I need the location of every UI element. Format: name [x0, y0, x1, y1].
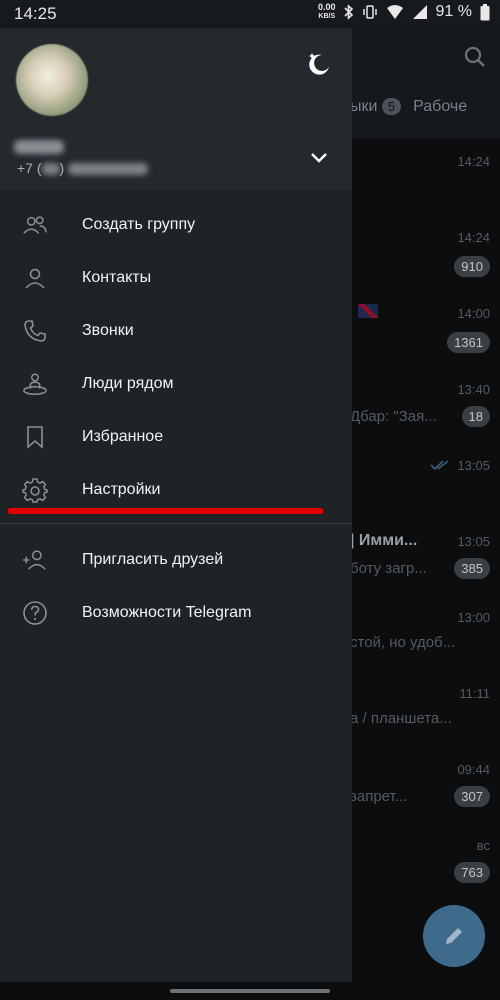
menu-item-telegram-features[interactable]: Возможности Telegram	[0, 587, 352, 639]
menu-item-label: Контакты	[82, 269, 152, 286]
tab-badge: 5	[381, 98, 402, 115]
folder-tabs: ыки 5 Рабоче	[350, 98, 467, 116]
signal-icon	[412, 5, 427, 19]
battery-icon	[480, 3, 490, 20]
menu-divider	[0, 523, 352, 524]
user-phone: +7 ()	[17, 160, 149, 176]
chat-time: 13:05	[457, 458, 490, 473]
question-icon	[22, 600, 48, 626]
add-user-icon	[22, 547, 48, 573]
wifi-icon	[386, 5, 403, 19]
chat-preview: запрет...	[350, 788, 408, 805]
chat-preview: боту загр...	[350, 560, 427, 577]
search-icon[interactable]	[464, 46, 486, 68]
system-nav-bar	[0, 982, 500, 1000]
chat-time: 11:11	[459, 686, 490, 701]
tab-folder-1[interactable]: ыки 5	[350, 98, 402, 116]
menu-item-label: Возможности Telegram	[82, 604, 252, 621]
status-icons: 0.00 KB/S 91 %	[318, 3, 490, 21]
status-bar: 14:25 0.00 KB/S 91 %	[0, 0, 500, 28]
read-checks-icon	[430, 460, 449, 471]
menu-item-label: Люди рядом	[82, 375, 174, 392]
home-gesture-handle[interactable]	[170, 989, 330, 993]
menu-item-label: Настройки	[82, 481, 161, 498]
chevron-down-icon[interactable]	[308, 146, 330, 168]
chat-time: 14:00	[457, 306, 490, 321]
tab-folder-2[interactable]: Рабоче	[413, 98, 467, 116]
night-mode-icon[interactable]	[304, 50, 332, 78]
uk-flag-icon	[358, 304, 378, 318]
unread-count: 1361	[447, 332, 490, 353]
bluetooth-icon	[343, 4, 353, 20]
menu-item-label: Избранное	[82, 428, 164, 445]
unread-count: 385	[454, 558, 490, 579]
chat-time: 13:05	[457, 534, 490, 549]
menu-item-invite-friends[interactable]: Пригласить друзей	[0, 534, 352, 586]
highlight-underline	[8, 508, 323, 514]
chat-preview: а / планшета...	[350, 710, 452, 727]
menu-item-contacts[interactable]: Контакты	[0, 252, 352, 304]
chat-time: вс	[476, 838, 490, 853]
unread-count: 910	[454, 256, 490, 277]
compose-button[interactable]	[423, 905, 485, 967]
chat-time: 13:00	[457, 610, 490, 625]
chat-name: | Имми...	[350, 532, 418, 549]
pencil-icon	[446, 928, 462, 944]
unread-count: 18	[461, 406, 490, 427]
menu-item-label: Создать группу	[82, 216, 196, 233]
chat-preview: стой, но удоб...	[350, 634, 456, 651]
phone-icon	[22, 318, 48, 344]
menu-item-calls[interactable]: Звонки	[0, 305, 352, 357]
chat-time: 14:24	[457, 230, 490, 245]
net-speed: 0.00 KB/S	[318, 2, 336, 21]
vibrate-icon	[362, 5, 377, 19]
status-time: 14:25	[14, 4, 57, 23]
bookmark-icon	[22, 424, 48, 450]
group-icon	[22, 212, 48, 238]
contact-icon	[22, 265, 48, 291]
chat-time: 09:44	[457, 762, 490, 777]
chat-preview: Дбар: "Зая...	[350, 408, 437, 425]
people-nearby-icon	[22, 371, 48, 397]
chat-time: 13:40	[457, 382, 490, 397]
menu-item-create-group[interactable]: Создать группу	[0, 199, 352, 251]
drawer-header: +7 ()	[0, 28, 352, 190]
avatar[interactable]	[16, 44, 88, 116]
menu-item-label: Пригласить друзей	[82, 551, 224, 568]
unread-count: 307	[454, 786, 490, 807]
menu-item-label: Звонки	[82, 322, 134, 339]
menu-item-saved[interactable]: Избранное	[0, 411, 352, 463]
user-name-blurred	[14, 140, 64, 154]
battery-level: 91 %	[435, 3, 472, 20]
menu-item-people-nearby[interactable]: Люди рядом	[0, 358, 352, 410]
unread-count: 763	[454, 862, 490, 883]
gear-icon	[22, 477, 48, 503]
chat-time: 14:24	[457, 154, 490, 169]
navigation-drawer: +7 () Создать группу Контакты Звонки Люд…	[0, 28, 352, 1000]
